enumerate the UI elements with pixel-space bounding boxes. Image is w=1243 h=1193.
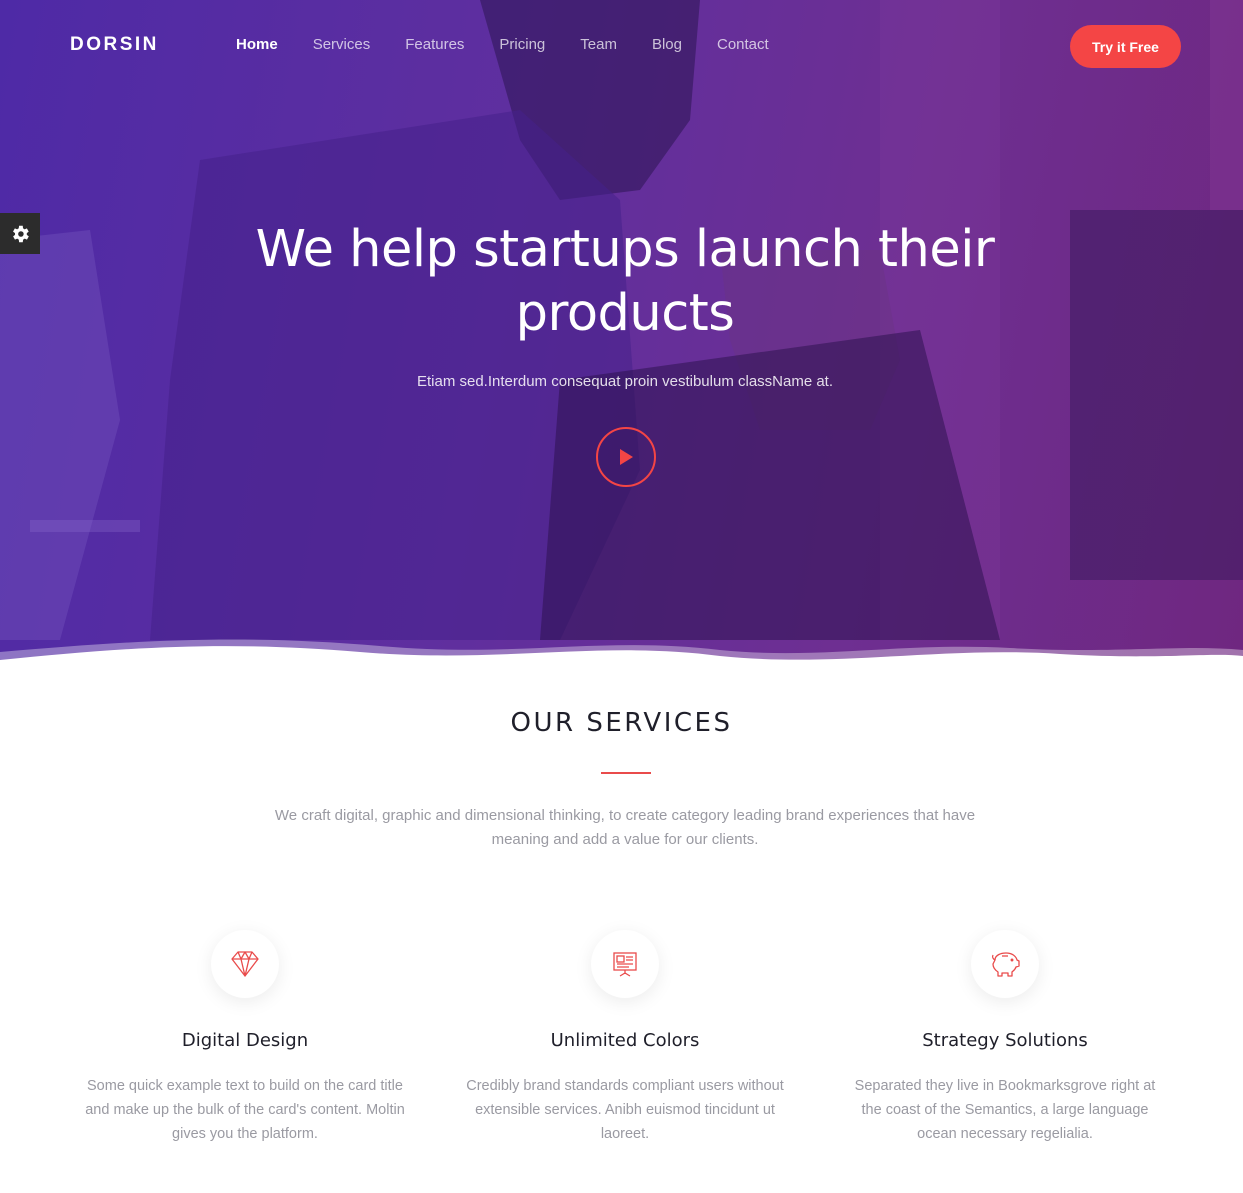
brand-logo[interactable]: DORSIN: [70, 34, 159, 56]
service-title: Strategy Solutions: [922, 1030, 1088, 1051]
nav-item-features[interactable]: Features: [405, 36, 464, 54]
top-navbar: DORSIN Home Services Features Pricing Te…: [0, 0, 1243, 92]
play-icon: [620, 449, 633, 465]
gear-icon: [13, 225, 29, 242]
settings-toggle[interactable]: [0, 213, 40, 254]
hero-subtitle: Etiam sed.Interdum consequat proin vesti…: [416, 373, 834, 390]
service-title: Digital Design: [181, 1030, 309, 1051]
service-text: Credibly brand standards compliant users…: [466, 1078, 784, 1142]
piggy-bank-icon: [991, 952, 1020, 977]
try-it-free-button[interactable]: Try it Free: [1070, 25, 1181, 68]
play-video-button[interactable]: [596, 427, 656, 487]
service-text: Some quick example text to build on the …: [85, 1078, 405, 1142]
services-title-underline: [601, 772, 651, 774]
presentation-board-icon: [613, 952, 637, 977]
nav-item-pricing[interactable]: Pricing: [499, 36, 545, 54]
nav-item-home[interactable]: Home: [236, 36, 278, 54]
services-description: We craft digital, graphic and dimensiona…: [274, 807, 976, 848]
service-title: Unlimited Colors: [550, 1030, 700, 1051]
hero-wave: [0, 639, 1243, 665]
services-title: OUR SERVICES: [510, 708, 733, 738]
service-icon-circle: [971, 930, 1039, 998]
service-text: Separated they live in Bookmarksgrove ri…: [854, 1078, 1156, 1142]
service-icon-circle: [211, 930, 279, 998]
service-icon-circle: [591, 930, 659, 998]
nav-item-blog[interactable]: Blog: [652, 36, 682, 54]
nav-menu: Home Services Features Pricing Team Blog…: [236, 36, 804, 54]
nav-item-contact[interactable]: Contact: [717, 36, 769, 54]
nav-item-team[interactable]: Team: [580, 36, 617, 54]
nav-item-services[interactable]: Services: [313, 36, 371, 54]
hero-title: We help startups launch their products: [255, 220, 995, 343]
diamond-icon: [231, 951, 259, 977]
